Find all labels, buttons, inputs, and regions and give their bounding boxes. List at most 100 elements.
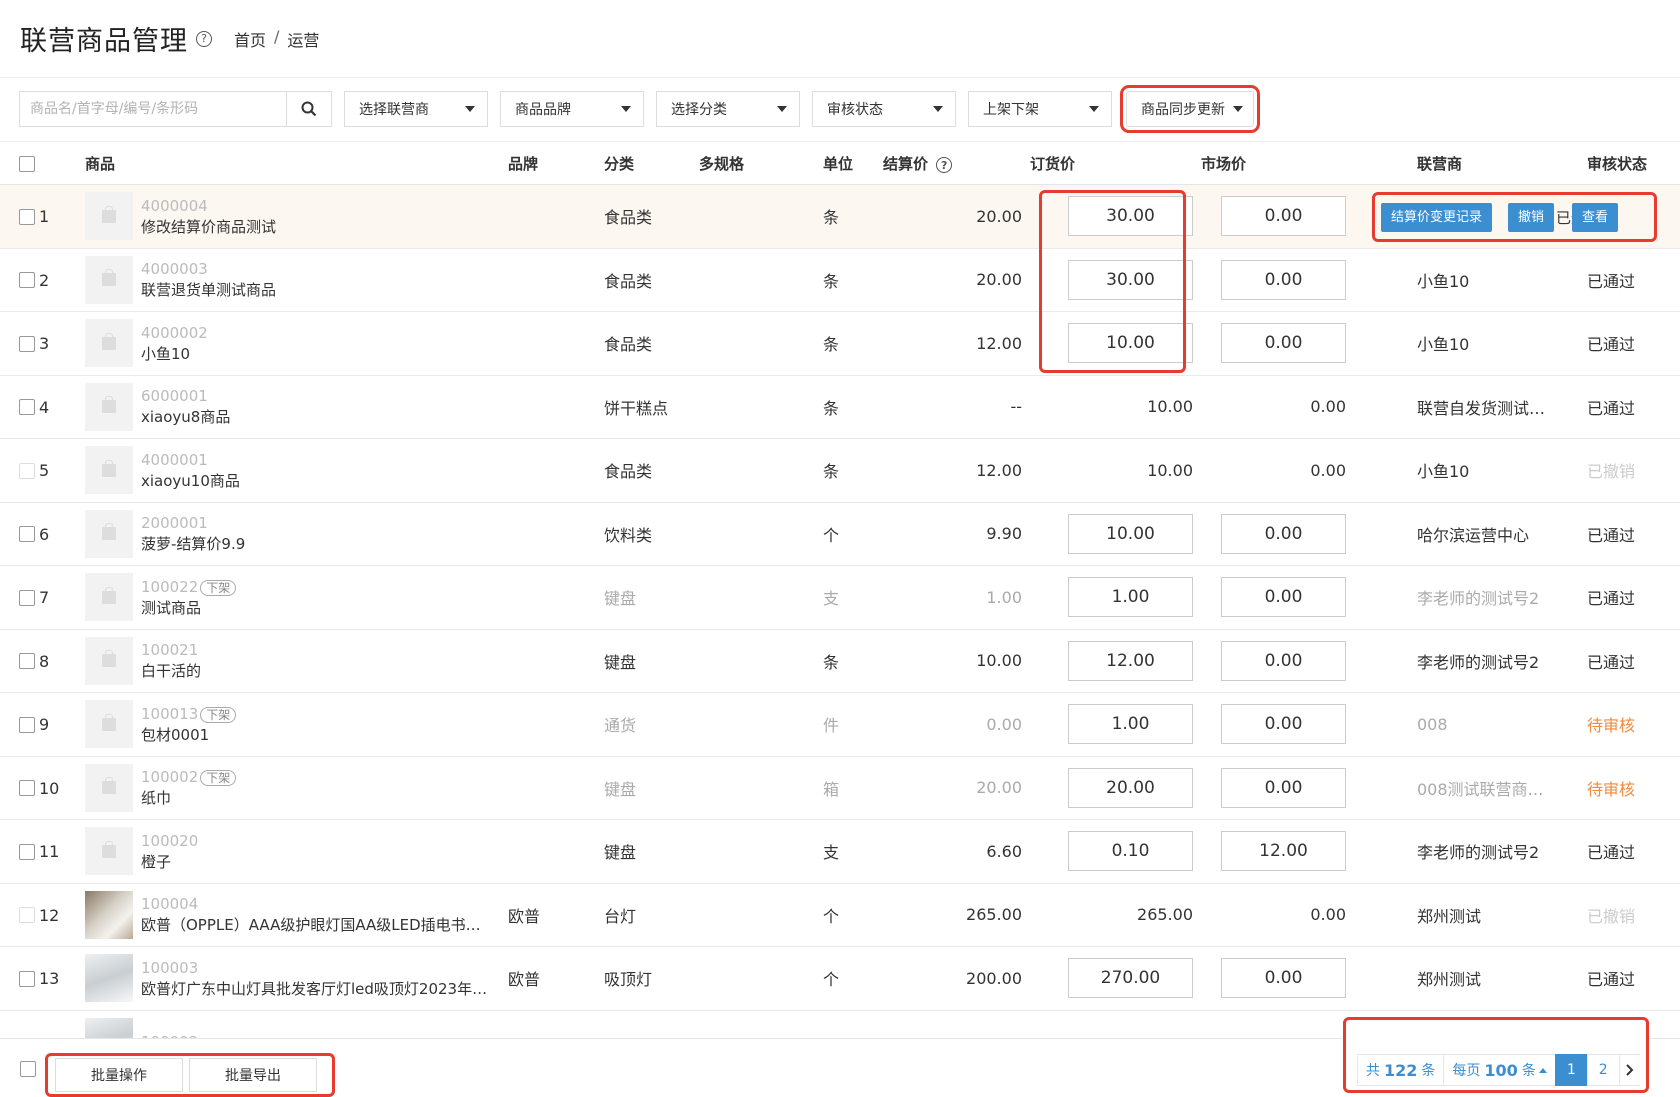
product-name[interactable]: 橙子 — [141, 852, 501, 873]
next-page-button[interactable] — [1618, 1054, 1640, 1086]
row-checkbox[interactable] — [19, 589, 35, 606]
select-all-checkbox[interactable] — [19, 155, 35, 172]
help-icon[interactable]: ? — [936, 157, 953, 173]
row-checkbox[interactable] — [19, 272, 35, 289]
product-name[interactable]: 修改结算价商品测试 — [141, 217, 501, 238]
market-price-input[interactable]: 0.00 — [1221, 196, 1346, 237]
product-name[interactable]: 测试商品 — [141, 598, 501, 619]
order-price-input[interactable]: 10.00 — [1068, 513, 1193, 554]
help-icon[interactable]: ? — [196, 30, 212, 47]
market-price-input[interactable]: 0.00 — [1221, 577, 1346, 618]
brand-cell — [508, 819, 604, 884]
unit-cell: 条 — [823, 375, 883, 439]
order-price-input[interactable]: 20.00 — [1068, 767, 1193, 808]
search-input[interactable] — [20, 92, 287, 126]
view-button[interactable]: 查看 — [1572, 202, 1619, 232]
market-price-input[interactable]: 0.00 — [1221, 704, 1346, 745]
col-unit: 单位 — [823, 141, 883, 185]
order-price-input[interactable]: 1.00 — [1068, 577, 1193, 618]
category-select[interactable]: 选择分类 — [656, 91, 800, 127]
market-price-input[interactable]: 0.00 — [1221, 958, 1346, 999]
market-price-input[interactable]: 0.00 — [1221, 513, 1346, 554]
row-checkbox[interactable] — [19, 843, 35, 860]
row-checkbox[interactable] — [19, 716, 35, 733]
product-name[interactable]: 欧普（OPPLE）AAA级护眼灯国AA级LED插电书… — [141, 915, 501, 936]
product-thumbnail — [85, 827, 133, 876]
table-row[interactable]: 4 6000001 xiaoyu8商品 饼干糕点 条 -- 10.00 0.00 … — [0, 375, 1680, 439]
order-price-input[interactable]: 12.00 — [1068, 640, 1193, 681]
product-name[interactable]: 欧普灯广东中山灯具批发客厅灯led吸顶灯2023年… — [141, 979, 501, 1000]
product-name[interactable]: 联营退货单测试商品 — [141, 280, 501, 301]
page-1-button[interactable]: 1 — [1554, 1054, 1588, 1086]
col-market-price: 市场价 — [1201, 141, 1372, 185]
row-checkbox[interactable] — [19, 780, 35, 797]
order-price-input[interactable]: 30.00 — [1068, 259, 1193, 300]
footer-select-all-checkbox[interactable] — [20, 1061, 36, 1077]
audit-cell: 已通过 — [1587, 248, 1680, 312]
page-2-button[interactable]: 2 — [1586, 1054, 1620, 1086]
order-price-input[interactable]: 1.00 — [1068, 704, 1193, 745]
order-price-input[interactable]: 270.00 — [1068, 958, 1193, 999]
audit-cell: 已撤销 — [1587, 438, 1680, 503]
shelf-select[interactable]: 上架下架 — [968, 91, 1112, 127]
product-name[interactable]: 白干活的 — [141, 661, 501, 682]
table-row[interactable]: 2 4000003 联营退货单测试商品 食品类 条 20.00 30.00 0.0… — [0, 248, 1680, 312]
brand-select[interactable]: 商品品牌 — [500, 91, 644, 127]
table-row[interactable]: 13 100003 欧普灯广东中山灯具批发客厅灯led吸顶灯2023年… 欧普 吸… — [0, 946, 1680, 1011]
search-button[interactable] — [287, 92, 331, 126]
settle-price-cell: 0.00 — [883, 692, 1030, 757]
row-checkbox[interactable] — [19, 653, 35, 670]
order-price-input[interactable]: 30.00 — [1068, 196, 1193, 237]
product-thumbnail — [85, 763, 133, 812]
table-row[interactable]: 9 100013 下架 包材0001 通货 件 0.00 1.00 0.00 008… — [0, 692, 1680, 757]
settle-price-cell: 265.00 — [883, 883, 1030, 947]
row-checkbox[interactable] — [19, 970, 35, 987]
product-name[interactable]: 菠萝-结算价9.9 — [141, 534, 501, 555]
table-row[interactable]: 5 4000001 xiaoyu10商品 食品类 条 12.00 10.00 0.… — [0, 438, 1680, 503]
product-thumbnail — [85, 446, 133, 495]
product-name[interactable]: 包材0001 — [141, 725, 501, 746]
row-index: 6 — [39, 524, 50, 544]
product-name[interactable]: xiaoyu8商品 — [141, 407, 501, 428]
caret-down-icon — [1089, 106, 1099, 112]
brand-cell — [508, 502, 604, 566]
audit-cell: 已通过 — [1587, 946, 1680, 1011]
product-name[interactable]: 纸巾 — [141, 788, 501, 809]
breadcrumb-operations[interactable]: 运营 — [287, 27, 319, 51]
col-settle-price-label: 结算价 — [883, 154, 929, 173]
brand-cell — [508, 438, 604, 503]
batch-operation-button[interactable]: 批量操作 — [55, 1058, 183, 1092]
page-size-select[interactable]: 每页 100 条 — [1443, 1054, 1556, 1086]
product-name[interactable]: 小鱼10 — [141, 344, 501, 365]
supplier-select[interactable]: 选择联营商 — [344, 91, 488, 127]
revoke-button[interactable]: 撤销 — [1508, 202, 1555, 232]
settle-history-button[interactable]: 结算价变更记录 — [1381, 202, 1493, 232]
table-row[interactable]: 8 100021 白干活的 键盘 条 10.00 12.00 0.00 李老师的测… — [0, 629, 1680, 693]
market-price-input[interactable]: 0.00 — [1221, 259, 1346, 300]
col-settle-price: 结算价 ? — [883, 141, 1030, 185]
category-cell: 键盘 — [604, 819, 699, 884]
order-price-input[interactable]: 10.00 — [1068, 323, 1193, 364]
breadcrumb-home[interactable]: 首页 — [234, 27, 266, 51]
batch-export-button[interactable]: 批量导出 — [189, 1058, 317, 1092]
table-row[interactable]: 7 100022 下架 测试商品 键盘 支 1.00 1.00 0.00 李老师的测… — [0, 565, 1680, 630]
search-box — [19, 91, 332, 127]
product-thumbnail — [85, 382, 133, 431]
row-checkbox[interactable] — [19, 335, 35, 352]
table-row[interactable]: 11 100020 橙子 键盘 支 6.60 0.10 12.00 李老师的测试号… — [0, 819, 1680, 884]
market-price-input[interactable]: 0.00 — [1221, 767, 1346, 808]
table-row[interactable]: 10 100002 下架 纸巾 键盘 箱 20.00 20.00 0.00 008测… — [0, 756, 1680, 820]
audit-select[interactable]: 审核状态 — [812, 91, 956, 127]
product-name[interactable]: xiaoyu10商品 — [141, 471, 501, 492]
market-price-input[interactable]: 0.00 — [1221, 323, 1346, 364]
market-price-input[interactable]: 0.00 — [1221, 640, 1346, 681]
row-checkbox[interactable] — [19, 208, 35, 225]
table-row[interactable]: 12 100004 欧普（OPPLE）AAA级护眼灯国AA级LED插电书… 欧普 … — [0, 883, 1680, 947]
row-checkbox[interactable] — [19, 399, 35, 416]
table-row[interactable]: 3 4000002 小鱼10 食品类 条 12.00 10.00 0.00 小鱼1… — [0, 311, 1680, 376]
row-checkbox[interactable] — [19, 526, 35, 543]
market-price-input[interactable]: 12.00 — [1221, 831, 1346, 872]
order-price-input[interactable]: 0.10 — [1068, 831, 1193, 872]
sync-select[interactable]: 商品同步更新 — [1120, 85, 1260, 133]
table-row[interactable]: 6 2000001 菠萝-结算价9.9 饮料类 个 9.90 10.00 0.00… — [0, 502, 1680, 566]
